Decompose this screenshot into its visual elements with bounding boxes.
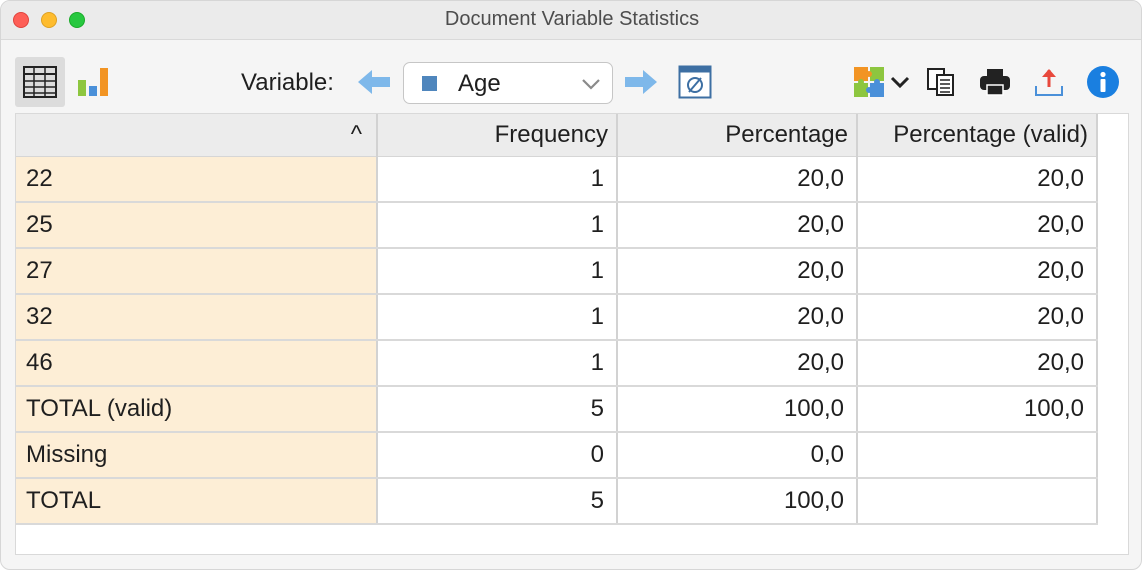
- table-row[interactable]: Missing 0 0,0: [16, 432, 1098, 479]
- table-row[interactable]: 32 1 20,0 20,0: [16, 294, 1098, 341]
- copy-icon: [927, 68, 954, 96]
- percentage-cell: 20,0: [617, 340, 858, 387]
- row-label: 25: [16, 202, 378, 249]
- copy-button[interactable]: [923, 63, 959, 101]
- table-row[interactable]: 22 1 20,0 20,0: [16, 156, 1098, 203]
- chart-view-button[interactable]: [71, 57, 115, 107]
- variable-select[interactable]: Age: [403, 62, 613, 104]
- statistics-table-area: ^ Frequency Percentage Percentage (valid…: [15, 113, 1129, 555]
- chart-view-icon: [78, 68, 108, 96]
- table-row[interactable]: 25 1 20,0 20,0: [16, 202, 1098, 249]
- percentage-valid-cell: 20,0: [857, 156, 1098, 203]
- frequency-cell: 1: [377, 202, 618, 249]
- frequency-cell: 1: [377, 294, 618, 341]
- table-view-icon: [23, 66, 57, 98]
- dropdown-chevron-icon: [890, 76, 910, 89]
- table-row[interactable]: TOTAL (valid) 5 100,0 100,0: [16, 386, 1098, 433]
- title-bar: Document Variable Statistics: [1, 1, 1141, 40]
- color-scheme-button[interactable]: [853, 63, 911, 101]
- row-label: Missing: [16, 432, 378, 479]
- frequency-cell: 1: [377, 156, 618, 203]
- column-header-percentage-valid[interactable]: Percentage (valid): [857, 114, 1098, 157]
- info-icon: [1087, 66, 1119, 98]
- percentage-valid-cell: [857, 432, 1098, 479]
- next-arrow-icon: [625, 70, 657, 94]
- statistics-window: Document Variable Statistics Variable: A…: [0, 0, 1142, 570]
- exclude-missing-button[interactable]: [677, 64, 713, 100]
- info-button[interactable]: [1083, 63, 1123, 101]
- chevron-down-icon: [582, 79, 600, 90]
- column-header-frequency[interactable]: Frequency: [377, 114, 618, 157]
- percentage-cell: 100,0: [617, 478, 858, 525]
- table-view-button[interactable]: [15, 57, 65, 107]
- frequency-cell: 0: [377, 432, 618, 479]
- percentage-cell: 20,0: [617, 202, 858, 249]
- exclude-missing-icon: [678, 65, 712, 99]
- frequency-table: ^ Frequency Percentage Percentage (valid…: [16, 114, 1098, 525]
- color-scheme-icon: [854, 67, 884, 97]
- percentage-cell: 20,0: [617, 294, 858, 341]
- row-label: TOTAL: [16, 478, 378, 525]
- export-icon: [1035, 69, 1063, 96]
- window-title: Document Variable Statistics: [444, 8, 700, 30]
- column-header-value[interactable]: ^: [16, 114, 378, 157]
- percentage-valid-cell: 100,0: [857, 386, 1098, 433]
- sort-ascending-icon: ^: [350, 120, 362, 148]
- frequency-cell: 5: [377, 478, 618, 525]
- table-header-row: ^ Frequency Percentage Percentage (valid…: [16, 114, 1098, 157]
- percentage-valid-cell: 20,0: [857, 248, 1098, 295]
- percentage-valid-cell: 20,0: [857, 294, 1098, 341]
- percentage-valid-cell: 20,0: [857, 340, 1098, 387]
- frequency-cell: 1: [377, 340, 618, 387]
- row-label: TOTAL (valid): [16, 386, 378, 433]
- table-row[interactable]: 46 1 20,0 20,0: [16, 340, 1098, 387]
- column-header-percentage[interactable]: Percentage: [617, 114, 858, 157]
- row-label: 27: [16, 248, 378, 295]
- variable-select-value: Age: [458, 70, 501, 97]
- previous-arrow-icon: [358, 70, 390, 94]
- percentage-cell: 20,0: [617, 156, 858, 203]
- print-icon: [980, 69, 1010, 96]
- percentage-cell: 20,0: [617, 248, 858, 295]
- row-label: 32: [16, 294, 378, 341]
- table-row[interactable]: 27 1 20,0 20,0: [16, 248, 1098, 295]
- next-variable-button[interactable]: [621, 65, 661, 99]
- row-label: 22: [16, 156, 378, 203]
- percentage-cell: 0,0: [617, 432, 858, 479]
- variable-color-swatch: [422, 76, 437, 91]
- frequency-cell: 5: [377, 386, 618, 433]
- percentage-cell: 100,0: [617, 386, 858, 433]
- frequency-cell: 1: [377, 248, 618, 295]
- previous-variable-button[interactable]: [354, 65, 394, 99]
- print-button[interactable]: [975, 63, 1015, 101]
- table-row[interactable]: TOTAL 5 100,0: [16, 478, 1098, 525]
- row-label: 46: [16, 340, 378, 387]
- variable-label: Variable:: [241, 69, 334, 96]
- percentage-valid-cell: 20,0: [857, 202, 1098, 249]
- export-button[interactable]: [1029, 63, 1069, 101]
- percentage-valid-cell: [857, 478, 1098, 525]
